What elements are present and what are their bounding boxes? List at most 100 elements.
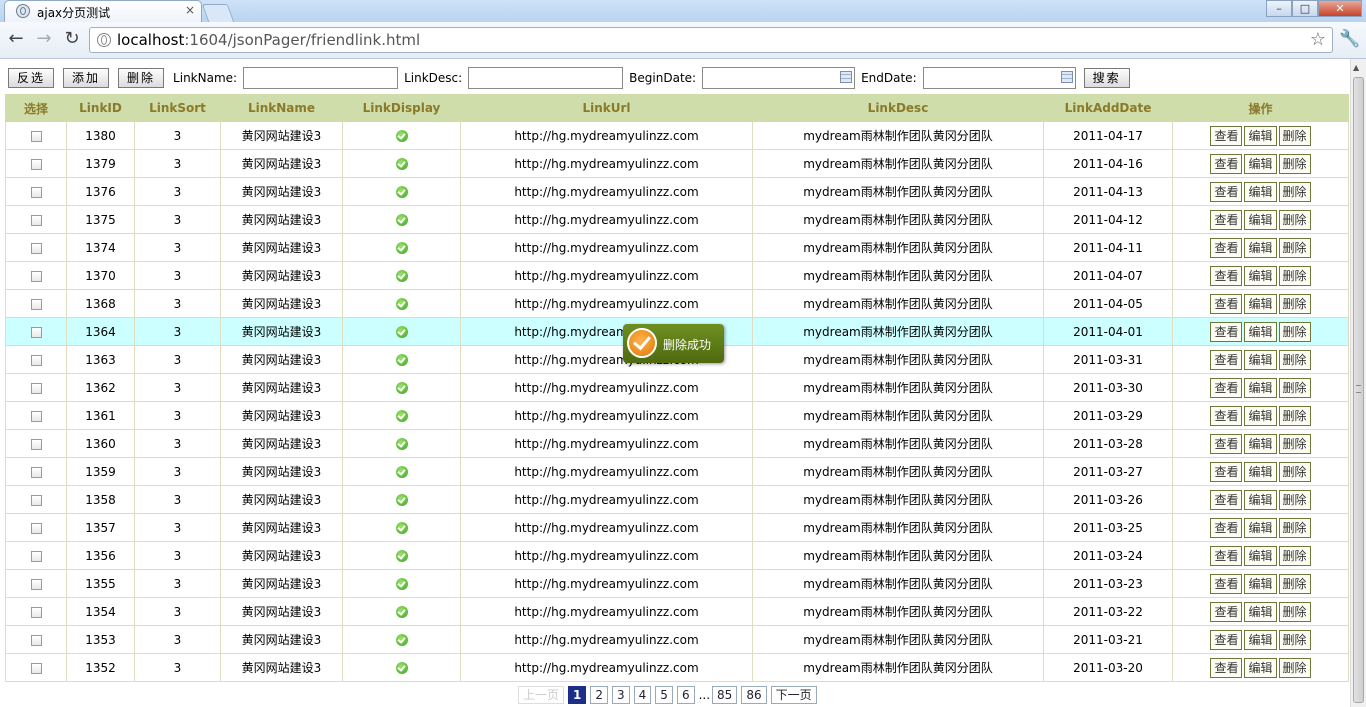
forward-icon[interactable]: → (33, 28, 55, 50)
minimize-button[interactable]: – (1266, 0, 1292, 17)
edit-button[interactable]: 编辑 (1244, 433, 1277, 454)
row-delete-button[interactable]: 删除 (1278, 657, 1311, 678)
view-button[interactable]: 查看 (1210, 545, 1243, 566)
vertical-scrollbar[interactable]: ▲ (1350, 59, 1366, 707)
close-window-button[interactable]: ✕ (1318, 0, 1362, 17)
edit-button[interactable]: 编辑 (1244, 517, 1277, 538)
address-bar[interactable]: localhost:1604/jsonPager/friendlink.html… (89, 27, 1333, 53)
view-button[interactable]: 查看 (1210, 601, 1243, 622)
enddate-input[interactable] (922, 67, 1076, 89)
row-checkbox[interactable] (30, 130, 42, 142)
edit-button[interactable]: 编辑 (1244, 545, 1277, 566)
view-button[interactable]: 查看 (1210, 517, 1243, 538)
view-button[interactable]: 查看 (1210, 489, 1243, 510)
row-delete-button[interactable]: 删除 (1278, 601, 1311, 622)
page-button-6[interactable]: 6 (676, 686, 695, 704)
row-delete-button[interactable]: 删除 (1278, 545, 1311, 566)
reload-icon[interactable]: ↻ (61, 28, 83, 50)
row-delete-button[interactable]: 删除 (1278, 321, 1311, 342)
row-checkbox[interactable] (30, 186, 42, 198)
row-delete-button[interactable]: 删除 (1278, 265, 1311, 286)
view-button[interactable]: 查看 (1210, 293, 1243, 314)
row-delete-button[interactable]: 删除 (1278, 517, 1311, 538)
view-button[interactable]: 查看 (1210, 405, 1243, 426)
calendar-icon[interactable] (840, 71, 853, 83)
row-delete-button[interactable]: 删除 (1278, 377, 1311, 398)
view-button[interactable]: 查看 (1210, 181, 1243, 202)
row-checkbox[interactable] (30, 354, 42, 366)
edit-button[interactable]: 编辑 (1244, 489, 1277, 510)
row-delete-button[interactable]: 删除 (1278, 405, 1311, 426)
invert-select-button[interactable]: 反选 (8, 68, 55, 88)
view-button[interactable]: 查看 (1210, 349, 1243, 370)
row-delete-button[interactable]: 删除 (1278, 629, 1311, 650)
row-checkbox[interactable] (30, 158, 42, 170)
page-button-1[interactable]: 1 (568, 686, 587, 704)
edit-button[interactable]: 编辑 (1244, 601, 1277, 622)
edit-button[interactable]: 编辑 (1244, 629, 1277, 650)
add-button[interactable]: 添加 (63, 68, 110, 88)
view-button[interactable]: 查看 (1210, 265, 1243, 286)
row-checkbox[interactable] (30, 662, 42, 674)
edit-button[interactable]: 编辑 (1244, 125, 1277, 146)
new-tab-button[interactable] (201, 4, 235, 22)
back-icon[interactable]: ← (5, 28, 27, 50)
view-button[interactable]: 查看 (1210, 237, 1243, 258)
page-button-4[interactable]: 4 (633, 686, 652, 704)
next-page-button[interactable]: 下一页 (770, 686, 817, 704)
edit-button[interactable]: 编辑 (1244, 237, 1277, 258)
browser-tab[interactable]: ajax分页测试 × (4, 0, 202, 22)
row-checkbox[interactable] (30, 298, 42, 310)
row-checkbox[interactable] (30, 550, 42, 562)
row-checkbox[interactable] (30, 214, 42, 226)
edit-button[interactable]: 编辑 (1244, 265, 1277, 286)
view-button[interactable]: 查看 (1210, 461, 1243, 482)
prev-page-button[interactable]: 上一页 (518, 686, 565, 704)
page-button-3[interactable]: 3 (612, 686, 630, 704)
edit-button[interactable]: 编辑 (1244, 153, 1277, 174)
row-delete-button[interactable]: 删除 (1278, 461, 1311, 482)
row-checkbox[interactable] (30, 270, 42, 282)
row-checkbox[interactable] (30, 634, 42, 646)
row-delete-button[interactable]: 删除 (1278, 293, 1311, 314)
view-button[interactable]: 查看 (1210, 657, 1243, 678)
row-delete-button[interactable]: 删除 (1278, 433, 1311, 454)
scrollbar-thumb[interactable] (1353, 77, 1364, 703)
row-checkbox[interactable] (30, 410, 42, 422)
view-button[interactable]: 查看 (1210, 153, 1243, 174)
row-checkbox[interactable] (30, 382, 42, 394)
row-checkbox[interactable] (30, 438, 42, 450)
page-button-86[interactable]: 86 (741, 686, 767, 704)
linkdesc-input[interactable] (468, 67, 624, 89)
page-button-85[interactable]: 85 (712, 686, 738, 704)
row-delete-button[interactable]: 删除 (1278, 489, 1311, 510)
edit-button[interactable]: 编辑 (1244, 405, 1277, 426)
edit-button[interactable]: 编辑 (1244, 461, 1277, 482)
address-url[interactable]: localhost:1604/jsonPager/friendlink.html (117, 31, 420, 49)
view-button[interactable]: 查看 (1210, 377, 1243, 398)
view-button[interactable]: 查看 (1210, 629, 1243, 650)
delete-button[interactable]: 删除 (118, 68, 165, 88)
edit-button[interactable]: 编辑 (1244, 321, 1277, 342)
begindate-input[interactable] (702, 67, 856, 89)
calendar-icon[interactable] (1060, 71, 1073, 83)
edit-button[interactable]: 编辑 (1244, 349, 1277, 370)
row-delete-button[interactable]: 删除 (1278, 237, 1311, 258)
row-delete-button[interactable]: 删除 (1278, 125, 1311, 146)
row-delete-button[interactable]: 删除 (1278, 209, 1311, 230)
search-button[interactable]: 搜索 (1083, 68, 1130, 88)
edit-button[interactable]: 编辑 (1244, 377, 1277, 398)
row-delete-button[interactable]: 删除 (1278, 153, 1311, 174)
bookmark-star-icon[interactable]: ☆ (1310, 29, 1326, 50)
row-checkbox[interactable] (30, 606, 42, 618)
row-delete-button[interactable]: 删除 (1278, 349, 1311, 370)
row-checkbox[interactable] (30, 466, 42, 478)
view-button[interactable]: 查看 (1210, 209, 1243, 230)
row-delete-button[interactable]: 删除 (1278, 181, 1311, 202)
row-checkbox[interactable] (30, 494, 42, 506)
scroll-up-arrow-icon[interactable]: ▲ (1353, 63, 1359, 72)
row-checkbox[interactable] (30, 578, 42, 590)
edit-button[interactable]: 编辑 (1244, 293, 1277, 314)
edit-button[interactable]: 编辑 (1244, 209, 1277, 230)
maximize-button[interactable]: □ (1292, 0, 1318, 17)
